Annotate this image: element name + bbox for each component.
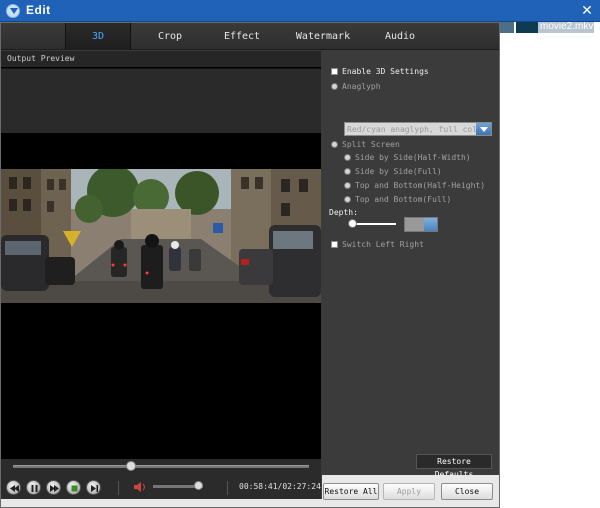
title-bar: Edit ✕ <box>0 0 600 22</box>
tab-audio[interactable]: Audio <box>369 23 431 50</box>
dialog-body: 3D Crop Effect Watermark Audio Output Pr… <box>0 22 500 508</box>
app-logo-icon <box>6 4 20 18</box>
preview-label: Output Preview <box>7 54 75 63</box>
depth-slider-handle[interactable] <box>348 219 357 228</box>
anaglyph-label: Anaglyph <box>342 82 381 91</box>
tab-3d[interactable]: 3D <box>65 23 131 50</box>
split-option-radio[interactable] <box>344 196 351 203</box>
tab-bar: 3D Crop Effect Watermark Audio <box>1 23 499 50</box>
split-screen-label: Split Screen <box>342 140 400 149</box>
split-screen-radio[interactable] <box>331 141 338 148</box>
3d-settings-panel: Enable 3D Settings Anaglyph Red/cyan ana… <box>322 51 499 479</box>
switch-left-right-checkbox[interactable] <box>331 241 338 248</box>
split-option-radio[interactable] <box>344 154 351 161</box>
switch-left-right-label: Switch Left Right <box>342 240 424 249</box>
anaglyph-mode-select[interactable]: Red/cyan anaglyph, full color <box>344 122 492 136</box>
seek-track[interactable] <box>13 465 309 468</box>
split-option-label: Side by Side(Full) <box>355 167 442 176</box>
apply-button[interactable]: Apply <box>383 483 435 500</box>
preview-panel: Output Preview <box>1 51 321 475</box>
close-icon[interactable]: ✕ <box>578 2 596 20</box>
split-option-radio[interactable] <box>344 182 351 189</box>
tab-watermark[interactable]: Watermark <box>285 23 361 50</box>
enable-3d-checkbox[interactable] <box>331 68 338 75</box>
seek-handle[interactable] <box>126 461 137 471</box>
footer-left-strip <box>1 499 322 507</box>
edit-dialog: Edit ✕ 3D Crop Effect Watermark Audio Ou… <box>0 0 600 508</box>
restore-all-button[interactable]: Restore All <box>323 483 379 500</box>
depth-label: Depth: <box>329 208 358 217</box>
close-button[interactable]: Close <box>441 483 493 500</box>
tab-crop[interactable]: Crop <box>139 23 201 50</box>
video-frame-image <box>1 169 321 303</box>
seek-bar-area <box>1 459 321 475</box>
split-option-label: Top and Bottom(Full) <box>355 195 452 204</box>
depth-stepper[interactable] <box>404 217 438 232</box>
tab-effect[interactable]: Effect <box>211 23 273 50</box>
window-title: Edit <box>26 3 51 17</box>
anaglyph-mode-value: Red/cyan anaglyph, full color <box>347 125 487 134</box>
enable-3d-label: Enable 3D Settings <box>342 67 429 76</box>
split-option-label: Top and Bottom(Half-Height) <box>355 181 486 190</box>
preview-header: Output Preview <box>1 51 321 68</box>
split-option-radio[interactable] <box>344 168 351 175</box>
letterbox-gray <box>1 69 321 133</box>
stepper-arrows-icon[interactable] <box>424 218 437 231</box>
restore-defaults-button[interactable]: Restore Defaults <box>416 454 492 479</box>
split-option-label: Side by Side(Half-Width) <box>355 153 471 162</box>
anaglyph-radio[interactable] <box>331 83 338 90</box>
chevron-down-icon[interactable] <box>476 123 491 135</box>
